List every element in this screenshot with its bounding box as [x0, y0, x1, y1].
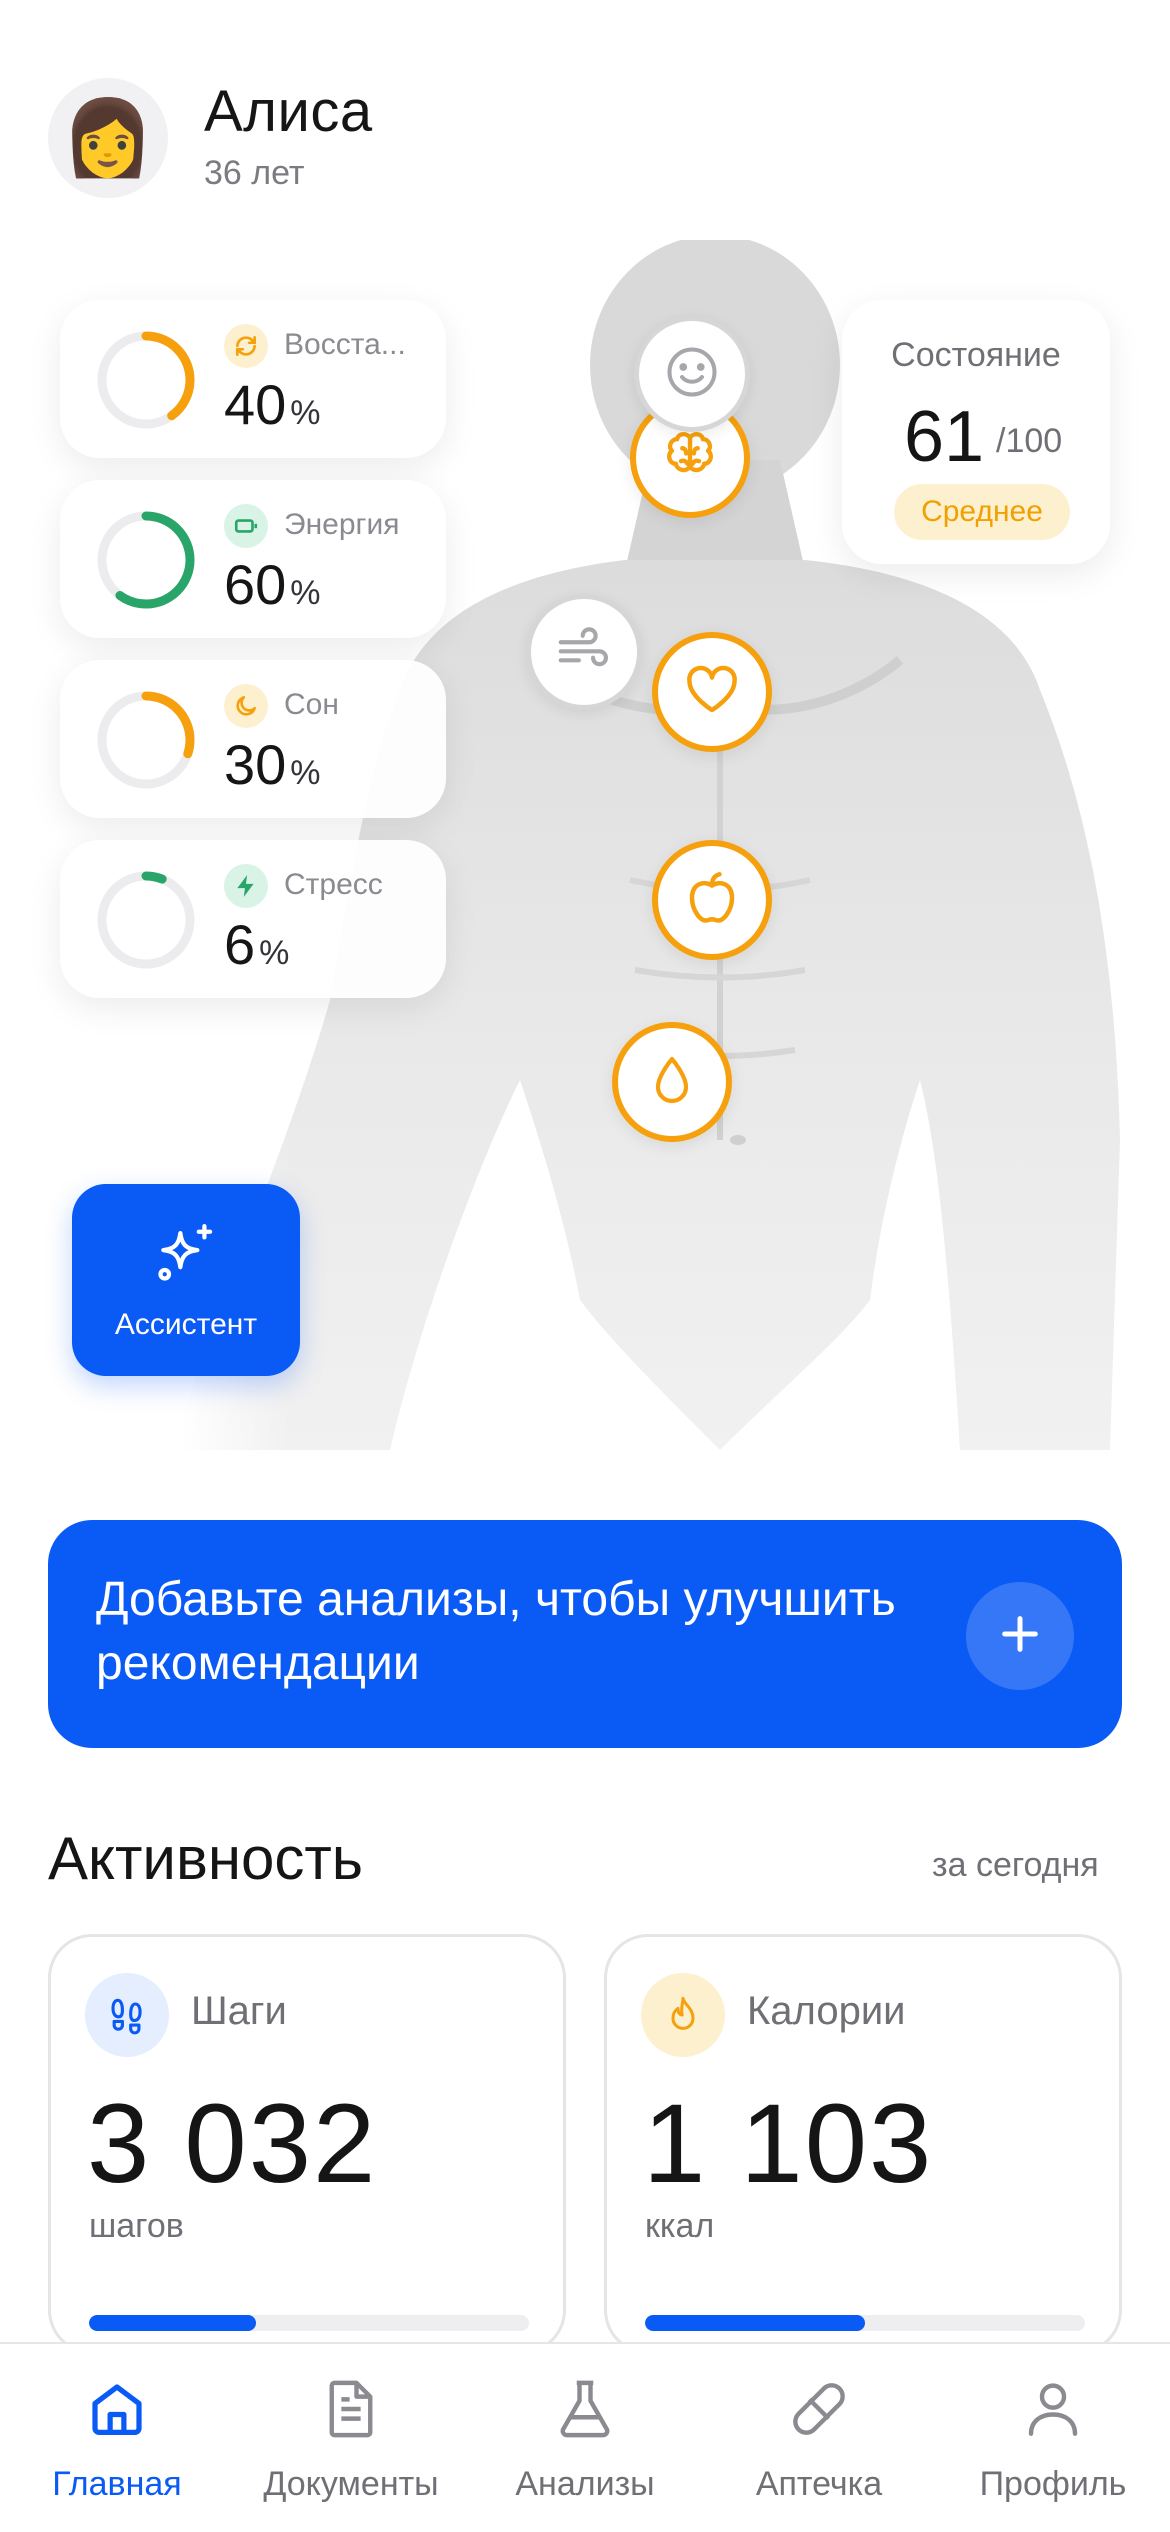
flame-icon	[641, 1973, 725, 2057]
profile-icon	[1020, 2376, 1086, 2447]
progress-ring	[97, 511, 195, 609]
calories-value: 1 103	[643, 2081, 934, 2206]
plus-icon	[997, 1611, 1043, 1662]
home-icon	[84, 2376, 150, 2447]
nutrition-marker[interactable]	[652, 840, 772, 960]
avatar[interactable]: 👩	[48, 78, 168, 198]
metric-card-stress[interactable]: Стресс 6%	[60, 840, 446, 998]
drop-icon	[644, 1052, 700, 1113]
wind-icon	[553, 619, 615, 686]
bottom-nav: Главная Документы Анализы Аптечка Профил…	[0, 2342, 1170, 2532]
document-icon	[318, 2376, 384, 2447]
moon-icon	[224, 684, 268, 728]
state-card[interactable]: Состояние 61 /100 Среднее	[842, 300, 1110, 564]
nav-documents[interactable]: Документы	[234, 2344, 468, 2532]
nav-profile[interactable]: Профиль	[936, 2344, 1170, 2532]
steps-progress-bar	[89, 2315, 529, 2331]
nav-label: Анализы	[515, 2465, 655, 2503]
metric-value: 6%	[224, 913, 290, 976]
flask-icon	[552, 2376, 618, 2447]
state-title: Состояние	[891, 336, 1061, 374]
nav-label: Документы	[263, 2465, 439, 2503]
nav-label: Главная	[52, 2465, 182, 2503]
smile-icon	[662, 342, 722, 407]
calories-label: Калории	[747, 1989, 906, 2033]
calories-card[interactable]: Калории 1 103 ккал	[604, 1934, 1122, 2354]
add-button[interactable]	[966, 1582, 1074, 1690]
metric-card-recovery[interactable]: Восста... 40%	[60, 300, 446, 458]
activity-period[interactable]: за сегодня	[932, 1846, 1099, 1885]
brain-icon	[659, 425, 721, 492]
apple-icon	[682, 868, 742, 933]
pill-icon	[786, 2376, 852, 2447]
nav-label: Аптечка	[755, 2465, 883, 2503]
metric-card-energy[interactable]: Энергия 60%	[60, 480, 446, 638]
activity-title: Активность	[48, 1825, 364, 1892]
mood-marker[interactable]	[634, 316, 750, 432]
nav-home[interactable]: Главная	[0, 2344, 234, 2532]
lightning-icon	[224, 864, 268, 908]
steps-label: Шаги	[191, 1989, 287, 2033]
state-score: 61	[904, 397, 985, 477]
steps-value: 3 032	[87, 2081, 378, 2206]
progress-ring	[97, 331, 195, 429]
nav-analyses[interactable]: Анализы	[468, 2344, 702, 2532]
progress-ring	[97, 691, 195, 789]
calories-progress-bar	[645, 2315, 1085, 2331]
hydration-marker[interactable]	[612, 1022, 732, 1142]
state-badge: Среднее	[894, 484, 1070, 540]
progress-ring	[97, 871, 195, 969]
banner-text: Добавьте анализы, чтобы улучшить рекомен…	[96, 1573, 896, 1690]
nav-label: Профиль	[979, 2465, 1127, 2503]
calories-unit: ккал	[645, 2207, 715, 2245]
nav-pharmacy[interactable]: Аптечка	[702, 2344, 936, 2532]
steps-unit: шагов	[89, 2207, 184, 2245]
user-name: Алиса	[204, 79, 373, 144]
battery-icon	[224, 504, 268, 548]
steps-card[interactable]: Шаги 3 032 шагов	[48, 1934, 566, 2354]
add-analyses-banner[interactable]: Добавьте анализы, чтобы улучшить рекомен…	[48, 1520, 1122, 1748]
refresh-icon	[224, 324, 268, 368]
metric-label: Сон	[284, 688, 339, 721]
metric-value: 30%	[224, 733, 321, 796]
metric-label: Восста...	[284, 328, 406, 361]
assistant-button[interactable]: Ассистент	[72, 1184, 300, 1376]
metric-value: 60%	[224, 553, 321, 616]
heart-icon	[682, 660, 742, 725]
state-max: /100	[996, 422, 1063, 460]
sparkles-icon	[152, 1219, 220, 1292]
user-age: 36 лет	[204, 154, 305, 192]
footsteps-icon	[85, 1973, 169, 2057]
metric-label: Стресс	[284, 868, 383, 901]
metric-card-sleep[interactable]: Сон 30%	[60, 660, 446, 818]
breathing-marker[interactable]	[526, 594, 642, 710]
heart-marker[interactable]	[652, 632, 772, 752]
metric-value: 40%	[224, 373, 321, 436]
assistant-label: Ассистент	[114, 1307, 258, 1341]
metric-label: Энергия	[284, 508, 400, 541]
